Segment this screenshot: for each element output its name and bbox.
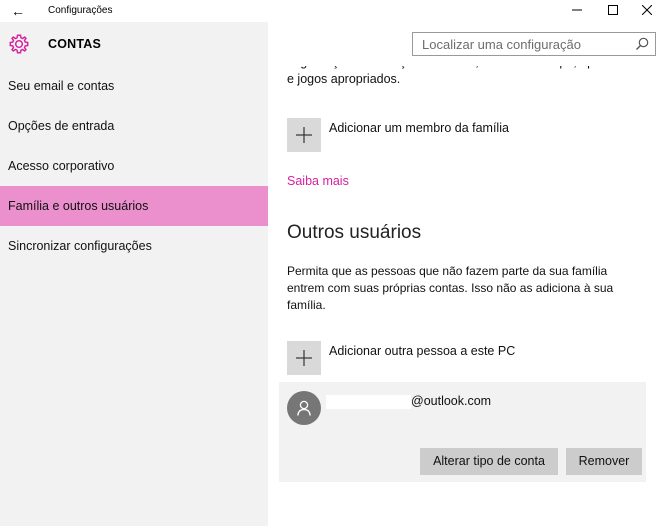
add-family-member-tile[interactable]	[287, 118, 321, 152]
remove-account-button[interactable]: Remover	[566, 448, 642, 475]
sidebar-item-sign-in-options[interactable]: Opções de entrada	[0, 106, 268, 146]
redacted-username	[326, 395, 411, 409]
main-content: segurança das crianças com sites, limite…	[268, 66, 660, 526]
avatar	[287, 391, 321, 425]
sidebar-item-email-accounts[interactable]: Seu email e contas	[0, 66, 268, 106]
window-title: Configurações	[48, 5, 113, 16]
add-other-person-tile[interactable]	[287, 341, 321, 375]
add-family-member-label[interactable]: Adicionar um membro da família	[329, 121, 509, 135]
plus-icon	[296, 127, 312, 143]
user-account-card[interactable]: @outlook.com Alterar tipo de conta Remov…	[279, 382, 646, 482]
learn-more-link[interactable]: Saiba mais	[287, 174, 349, 188]
maximize-icon	[608, 5, 618, 15]
user-email: @outlook.com	[411, 394, 492, 408]
sidebar-item-work-access[interactable]: Acesso corporativo	[0, 146, 268, 186]
back-arrow-icon[interactable]: ←	[9, 2, 27, 20]
other-users-heading: Outros usuários	[287, 222, 422, 243]
family-description: segurança das crianças com sites, limite…	[287, 66, 639, 86]
other-users-description: Permita que as pessoas que não fazem par…	[287, 264, 614, 312]
gear-icon	[9, 34, 29, 54]
plus-icon	[296, 350, 312, 366]
person-icon	[297, 400, 311, 416]
page-title: CONTAS	[48, 37, 102, 51]
sidebar-item-family-other-users[interactable]: Família e outros usuários	[0, 186, 268, 226]
sidebar-item-sync-settings[interactable]: Sincronizar configurações	[0, 226, 268, 266]
change-account-type-button[interactable]: Alterar tipo de conta	[420, 448, 558, 475]
close-icon	[641, 4, 653, 16]
search-icon[interactable]	[634, 36, 650, 52]
title-bar: ← Configurações	[0, 0, 660, 22]
minimize-icon	[572, 9, 582, 11]
add-other-person-label[interactable]: Adicionar outra pessoa a este PC	[329, 344, 515, 358]
search-input[interactable]	[413, 33, 632, 55]
search-box[interactable]	[412, 32, 656, 56]
close-button[interactable]	[624, 0, 660, 22]
